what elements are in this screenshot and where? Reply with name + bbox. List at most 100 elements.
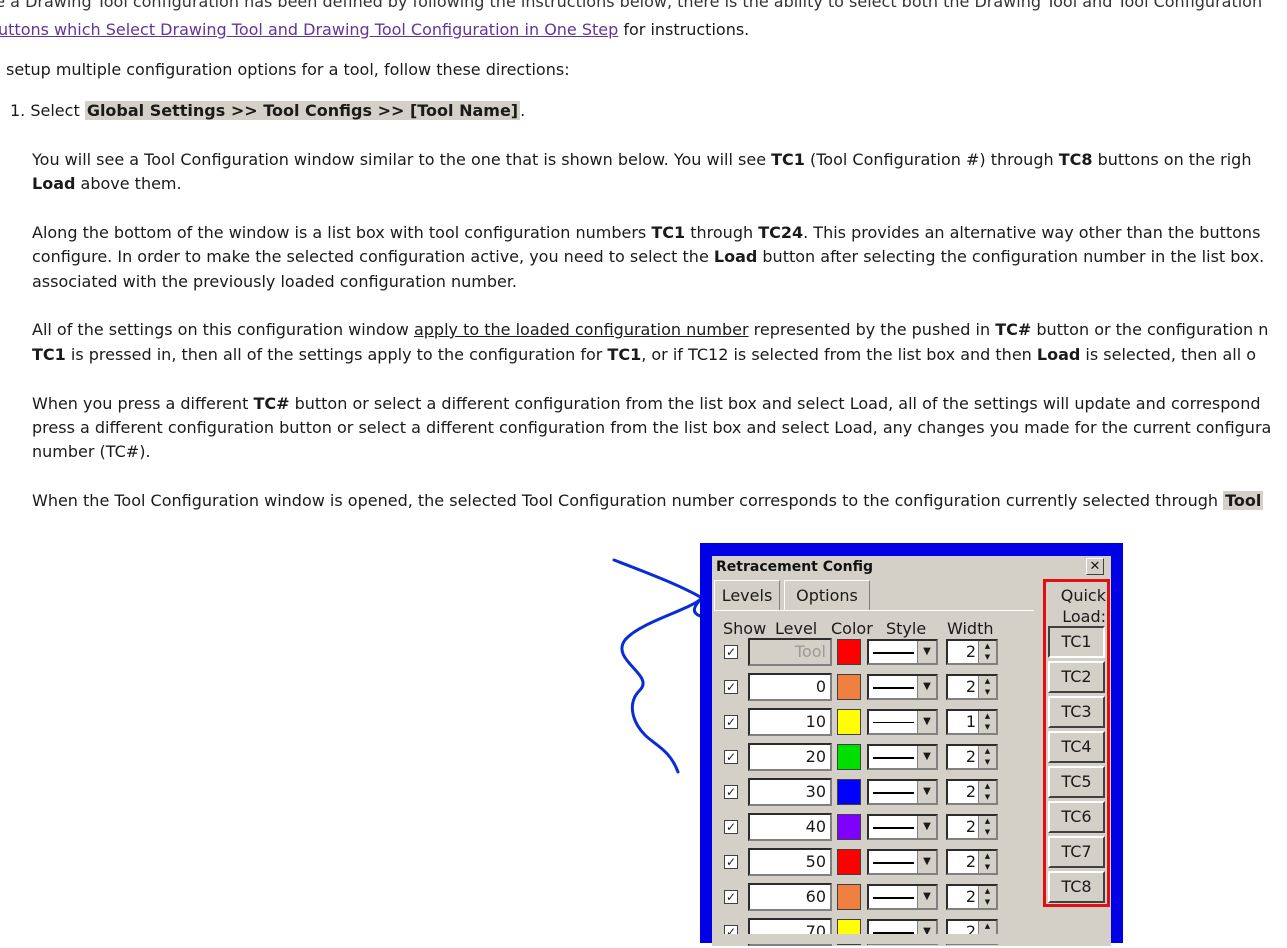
style-select[interactable]: ▼	[867, 639, 938, 665]
col-width: Width	[947, 619, 994, 638]
width-spinner[interactable]: 1 ▲ ▼	[946, 709, 998, 735]
width-spinner[interactable]: 2▲▼	[946, 814, 998, 840]
spin-down-icon[interactable]: ▼	[979, 827, 996, 838]
width-value: 2	[965, 642, 976, 661]
color-swatch[interactable]	[837, 674, 861, 700]
style-select[interactable]: ▼	[867, 744, 938, 770]
tc-button-7[interactable]: TC7	[1048, 836, 1105, 868]
show-checkbox[interactable]: ✓	[724, 855, 738, 869]
tc-button-1[interactable]: TC1	[1048, 626, 1105, 658]
color-swatch[interactable]	[837, 884, 861, 910]
para-2-line-2: configure. In order to make the selected…	[32, 247, 1264, 267]
tc-button-4[interactable]: TC4	[1048, 731, 1105, 763]
p3c: button or the configuration n	[1031, 320, 1269, 339]
style-select[interactable]: ▼	[867, 884, 938, 910]
style-select[interactable]: ▼	[867, 814, 938, 840]
line-style-preview	[873, 827, 914, 829]
level-input[interactable]: 0	[748, 673, 832, 701]
width-spinner[interactable]: 2▲▼	[946, 639, 998, 665]
spin-up-icon[interactable]: ▲	[979, 676, 996, 687]
tab-levels[interactable]: Levels	[714, 580, 780, 610]
dropdown-arrow-icon[interactable]: ▼	[917, 641, 936, 663]
spin-up-icon[interactable]: ▲	[979, 921, 996, 932]
dialog-title-bar[interactable]: Retracement Config	[712, 556, 1111, 578]
dropdown-arrow-icon[interactable]: ▼	[917, 851, 936, 873]
dropdown-arrow-icon[interactable]: ▼	[917, 816, 936, 838]
spin-down-icon[interactable]: ▼	[979, 722, 996, 733]
color-swatch[interactable]	[837, 744, 861, 770]
level-input[interactable]: 50	[748, 848, 832, 876]
tc-button-5[interactable]: TC5	[1048, 766, 1105, 798]
width-value: 1	[965, 712, 976, 731]
p1-tc1: TC1	[771, 150, 805, 169]
width-spinner[interactable]: 2▲▼	[946, 779, 998, 805]
color-swatch[interactable]	[837, 779, 861, 805]
spin-up-icon[interactable]: ▲	[979, 711, 996, 722]
show-checkbox[interactable]: ✓	[724, 645, 738, 659]
tc-button-6[interactable]: TC6	[1048, 801, 1105, 833]
dropdown-arrow-icon[interactable]: ▼	[917, 746, 936, 768]
level-input[interactable]: 60	[748, 883, 832, 911]
color-swatch[interactable]	[837, 639, 861, 665]
style-select[interactable]: ▼	[867, 779, 938, 805]
level-input[interactable]: 40	[748, 813, 832, 841]
style-select[interactable]: ▼	[867, 849, 938, 875]
spin-up-icon[interactable]: ▲	[979, 641, 996, 652]
spin-arrows-icon[interactable]: ▲▼	[978, 746, 996, 768]
show-checkbox[interactable]: ✓	[724, 750, 738, 764]
spin-arrows-icon[interactable]: ▲▼	[978, 851, 996, 873]
width-spinner[interactable]: 2▲▼	[946, 849, 998, 875]
spin-up-icon[interactable]: ▲	[979, 816, 996, 827]
spin-arrows-icon[interactable]: ▲▼	[978, 711, 996, 733]
spin-arrows-icon[interactable]: ▲▼	[978, 676, 996, 698]
tab-options-label: Options	[796, 586, 858, 605]
spin-up-icon[interactable]: ▲	[979, 781, 996, 792]
tc-button-2[interactable]: TC2	[1048, 661, 1105, 693]
spin-up-icon[interactable]: ▲	[979, 746, 996, 757]
dropdown-arrow-icon[interactable]: ▼	[917, 886, 936, 908]
width-value: 2	[965, 782, 976, 801]
p3-load: Load	[1036, 345, 1081, 364]
width-spinner[interactable]: 2▲▼	[946, 744, 998, 770]
spin-arrows-icon[interactable]: ▲▼	[978, 641, 996, 663]
level-input[interactable]: 10	[748, 708, 832, 736]
dropdown-arrow-icon[interactable]: ▼	[917, 781, 936, 803]
step-prefix: Select	[30, 101, 85, 120]
color-swatch[interactable]	[837, 849, 861, 875]
spin-down-icon[interactable]: ▼	[979, 897, 996, 908]
spin-up-icon[interactable]: ▲	[979, 851, 996, 862]
show-checkbox[interactable]: ✓	[724, 820, 738, 834]
line-style-preview	[873, 757, 914, 759]
show-checkbox[interactable]: ✓	[724, 890, 738, 904]
level-input[interactable]: 30	[748, 778, 832, 806]
show-checkbox[interactable]: ✓	[724, 715, 738, 729]
spin-arrows-icon[interactable]: ▲▼	[978, 816, 996, 838]
width-spinner[interactable]: 2▲▼	[946, 674, 998, 700]
level-input[interactable]: 20	[748, 743, 832, 771]
dropdown-arrow-icon[interactable]: ▼	[917, 711, 936, 733]
instructions-link[interactable]: uttons which Select Drawing Tool and Dra…	[0, 20, 618, 39]
style-select[interactable]: ▼	[867, 674, 938, 700]
tab-options[interactable]: Options	[784, 580, 870, 610]
p2c: . This provides an alternative way other…	[803, 223, 1261, 242]
dropdown-arrow-icon[interactable]: ▼	[917, 676, 936, 698]
style-select[interactable]: ▼	[867, 709, 938, 735]
level-input[interactable]: Tool	[748, 638, 832, 666]
color-swatch[interactable]	[837, 709, 861, 735]
close-button[interactable]: ✕	[1086, 558, 1104, 575]
spin-down-icon[interactable]: ▼	[979, 862, 996, 873]
width-spinner[interactable]: 2▲▼	[946, 884, 998, 910]
color-swatch[interactable]	[837, 814, 861, 840]
tc-button-8[interactable]: TC8	[1048, 871, 1105, 903]
spin-arrows-icon[interactable]: ▲▼	[978, 886, 996, 908]
show-checkbox[interactable]: ✓	[724, 680, 738, 694]
spin-down-icon[interactable]: ▼	[979, 757, 996, 768]
tc-button-3[interactable]: TC3	[1048, 696, 1105, 728]
spin-up-icon[interactable]: ▲	[979, 886, 996, 897]
spin-down-icon[interactable]: ▼	[979, 792, 996, 803]
spin-arrows-icon[interactable]: ▲▼	[978, 781, 996, 803]
spin-down-icon[interactable]: ▼	[979, 652, 996, 663]
p2-l3: associated with the previously loaded co…	[32, 272, 518, 291]
spin-down-icon[interactable]: ▼	[979, 687, 996, 698]
show-checkbox[interactable]: ✓	[724, 785, 738, 799]
